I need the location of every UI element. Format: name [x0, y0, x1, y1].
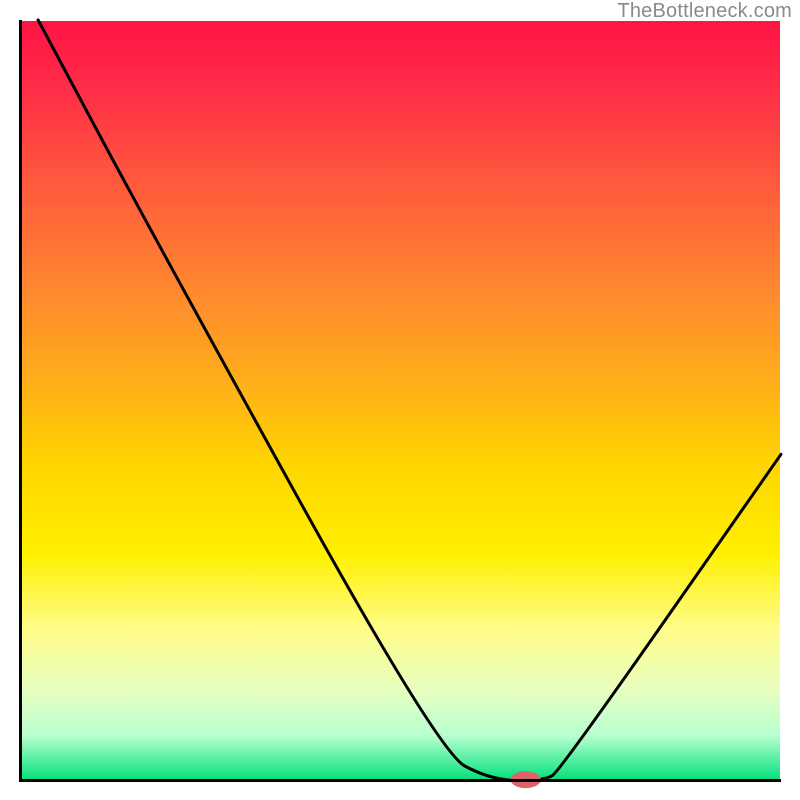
plot-area: [19, 20, 781, 782]
optimal-marker: [19, 20, 781, 782]
chart-container: TheBottleneck.com: [0, 0, 800, 800]
watermark-label: TheBottleneck.com: [617, 0, 792, 23]
